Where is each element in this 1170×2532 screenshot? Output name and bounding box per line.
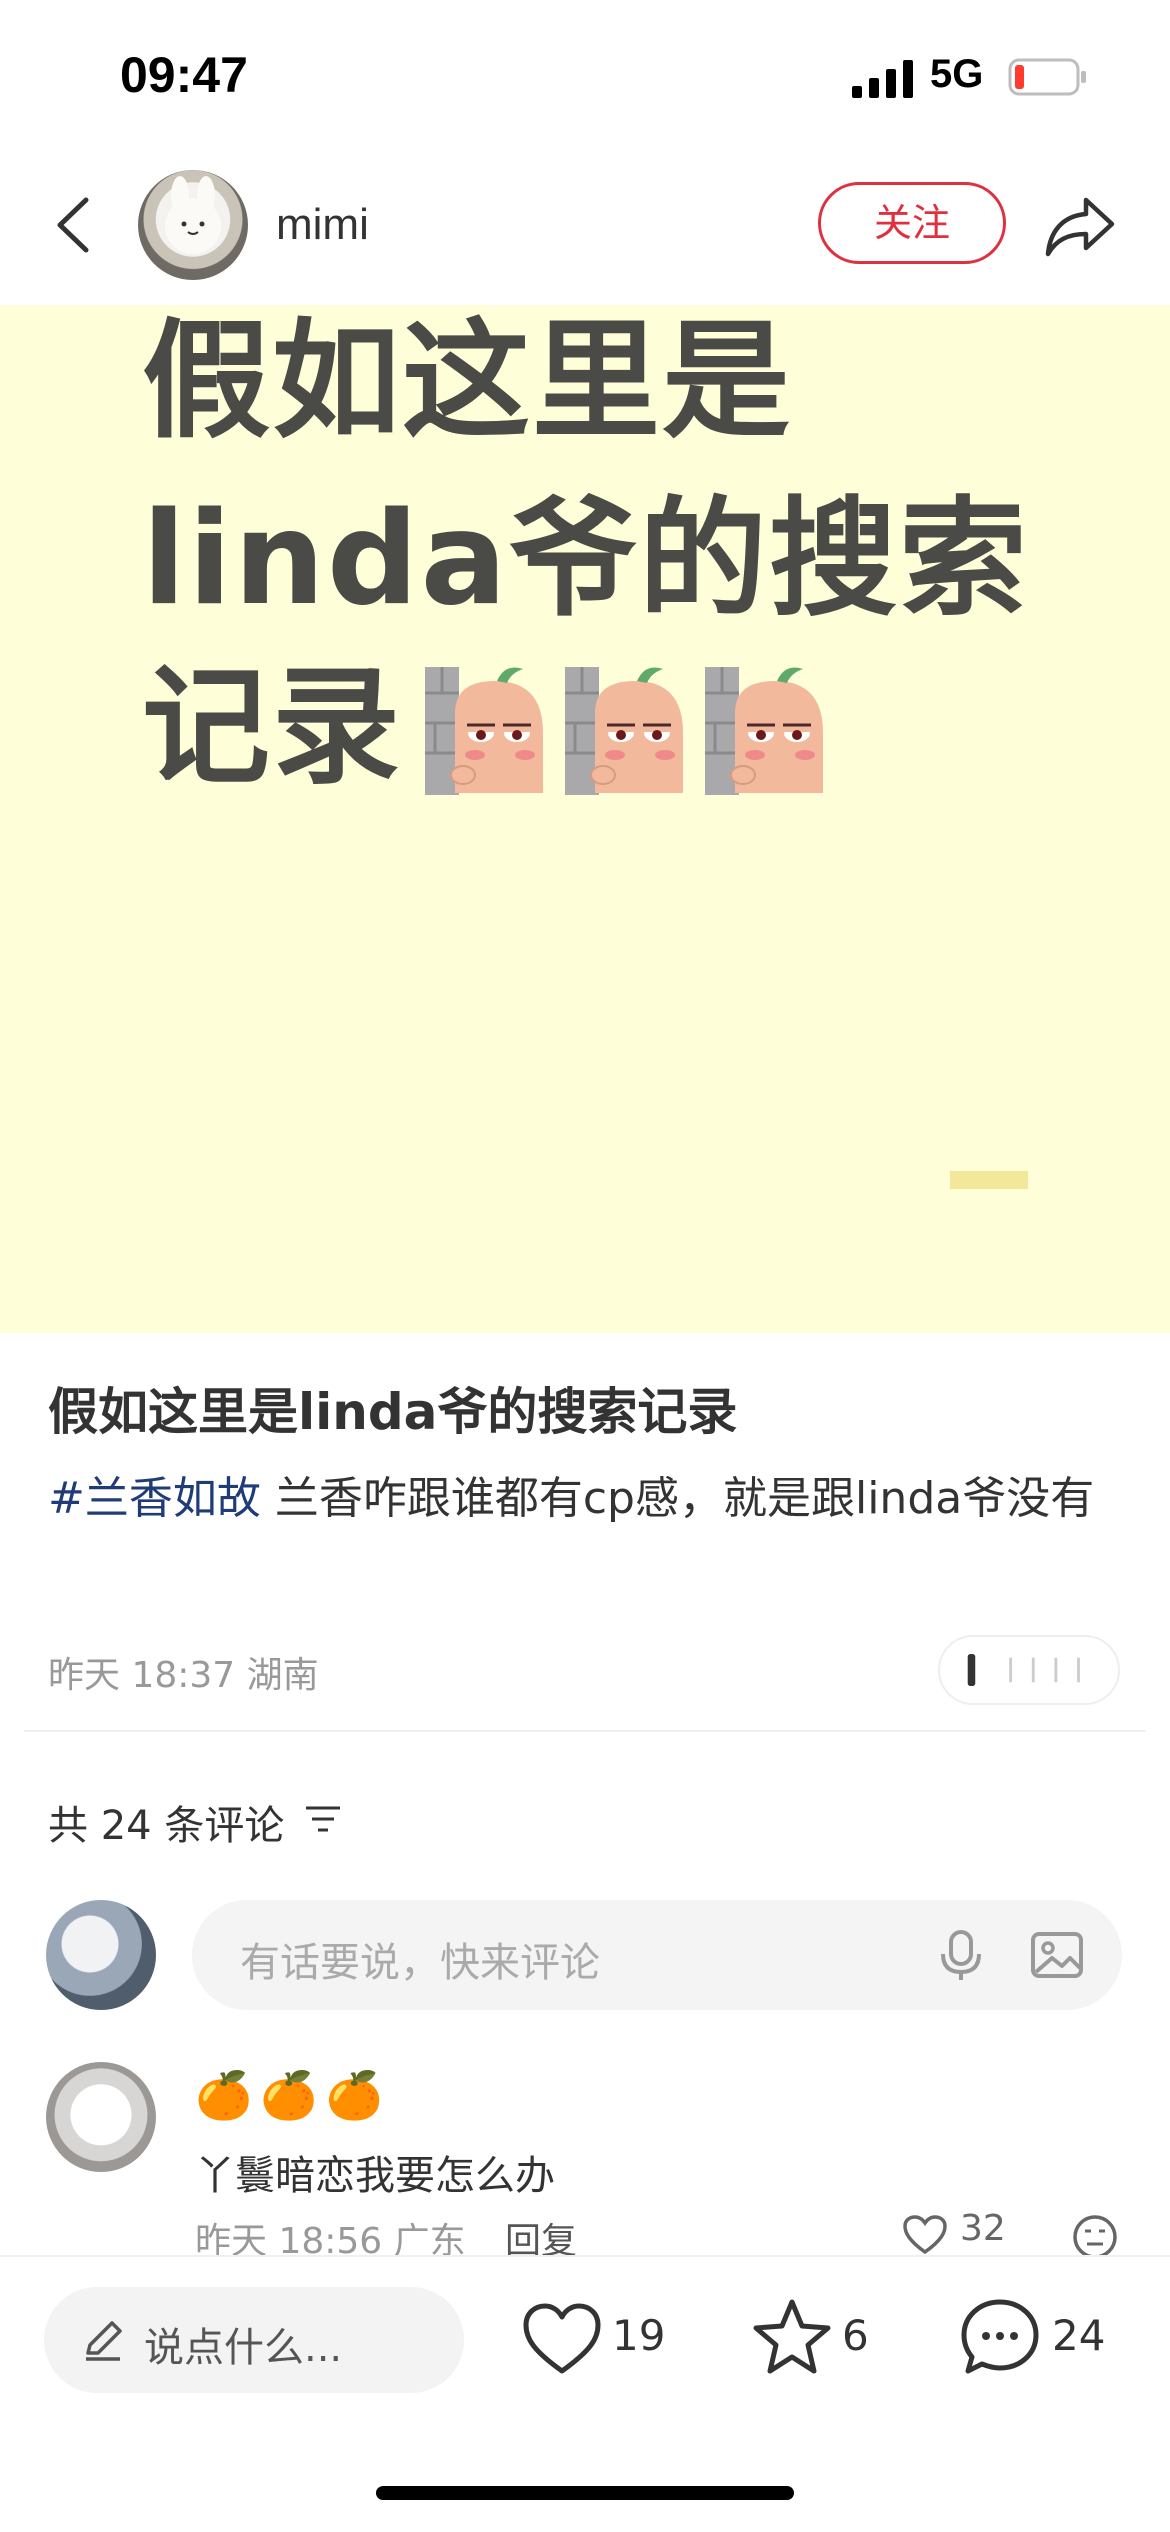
note-image[interactable]: 假如这里是 linda爷的搜索 记录 [0,305,1170,1333]
sort-icon[interactable] [304,1802,342,1836]
note-body: 兰香咋跟谁都有cp感，就是跟linda爷没有 [260,1473,1095,1524]
share-icon[interactable] [1040,186,1120,266]
comment-like-count: 32 [960,2208,1006,2249]
like-count: 19 [612,2311,666,2360]
home-indicator [376,2486,794,2500]
status-bar: 09:47 5G [0,0,1170,150]
image-text-line: 假如这里是 [142,307,793,456]
image-text-line: 记录 [142,653,403,802]
status-time: 09:47 [120,47,248,103]
note-description: #兰香如故 兰香咋跟谁都有cp感，就是跟linda爷没有 [48,1460,1128,1538]
comment-input-placeholder: 有话要说，快来评论 [240,1940,600,1986]
back-icon[interactable] [40,190,110,260]
network-type: 5G [930,52,984,96]
star-icon[interactable] [752,2297,832,2377]
peeking-sticker-icons [425,665,825,797]
battery-icon [1008,58,1086,96]
image-pager-thumbnails[interactable] [938,1635,1120,1705]
signal-icon [852,60,913,98]
note-header: mimi 关注 [0,150,1170,305]
author-name[interactable]: mimi [276,200,369,250]
topic-tag[interactable]: #兰香如故 [48,1473,261,1524]
image-decoration [950,1171,1028,1189]
star-count: 6 [842,2311,869,2360]
comment-count: 共 24 条评论 [48,1803,285,1849]
comment-like-icon[interactable] [902,2214,948,2256]
emoji-reaction-icon[interactable] [1072,2214,1118,2260]
say-something-input[interactable]: 说点什么... [44,2287,464,2393]
comment-count-badge: 24 [1052,2311,1106,2360]
image-picker-icon[interactable] [1028,1926,1086,1984]
mic-icon[interactable] [932,1926,990,1984]
my-avatar [46,1900,156,2010]
comment-icon[interactable] [960,2297,1040,2377]
comment-input[interactable]: 有话要说，快来评论 [192,1900,1122,2010]
note-title: 假如这里是linda爷的搜索记录 [48,1383,738,1441]
bunny-avatar-icon [165,176,221,254]
commenter-avatar[interactable] [46,2062,156,2172]
say-something-placeholder: 说点什么... [144,2325,343,2371]
comment-emojis: 🍊🍊🍊 [195,2068,391,2122]
divider [24,1730,1146,1732]
follow-button[interactable]: 关注 [818,182,1006,264]
note-meta: 昨天 18:37 湖南 [48,1655,319,1696]
author-avatar[interactable] [138,170,248,280]
like-icon[interactable] [522,2301,602,2377]
image-text-line: linda爷的搜索 [142,485,1029,634]
pen-icon [86,2321,122,2361]
comment-text[interactable]: 丫鬟暗恋我要怎么办 [195,2143,555,2201]
